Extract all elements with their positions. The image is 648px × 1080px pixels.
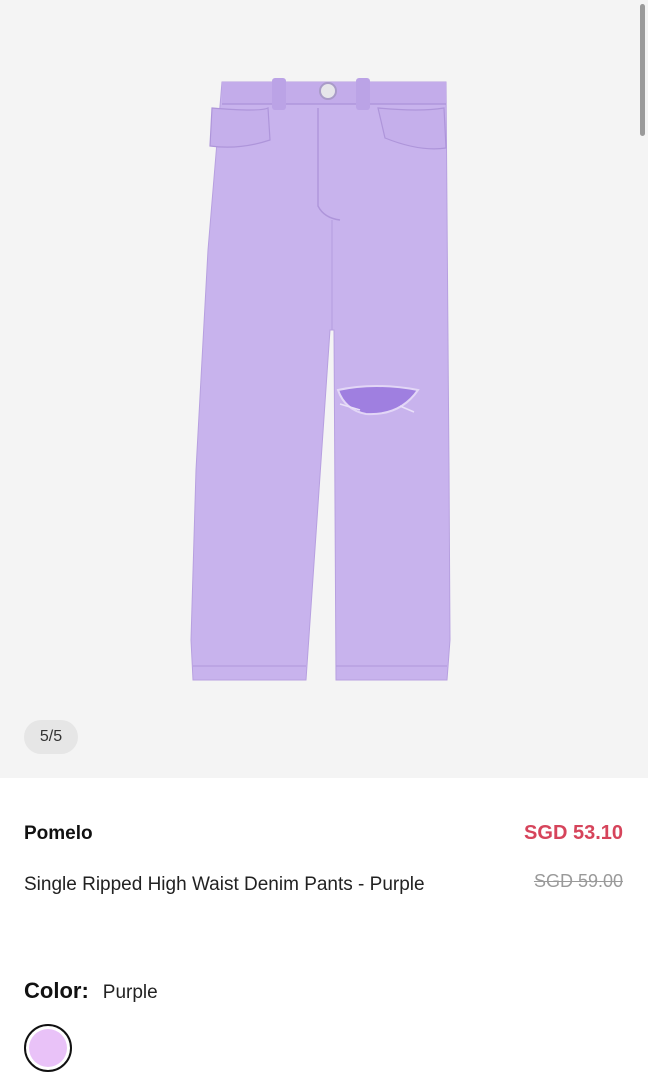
pocket-left [209,107,271,148]
product-title: Single Ripped High Waist Denim Pants - P… [24,874,425,895]
waist-button [319,82,337,100]
original-price: SGD 59.00 [533,871,623,891]
belt-loop-right [356,78,370,110]
color-value: Purple [102,982,158,1003]
product-image [190,78,451,681]
color-label: Color: [24,978,89,1003]
image-counter-badge: 5/5 [24,720,78,754]
brand-name[interactable]: Pomelo [24,823,93,845]
scrollbar[interactable] [636,0,648,778]
color-row: Color: Purple [24,978,158,1004]
pants-silhouette [190,81,451,681]
color-swatch-purple[interactable] [24,1024,72,1072]
swatch-fill [29,1029,67,1067]
product-image-gallery[interactable]: 5/5 [0,0,648,778]
sale-price: SGD 53.10 [524,822,623,844]
belt-loop-left [272,78,286,110]
scrollbar-thumb[interactable] [640,4,645,136]
